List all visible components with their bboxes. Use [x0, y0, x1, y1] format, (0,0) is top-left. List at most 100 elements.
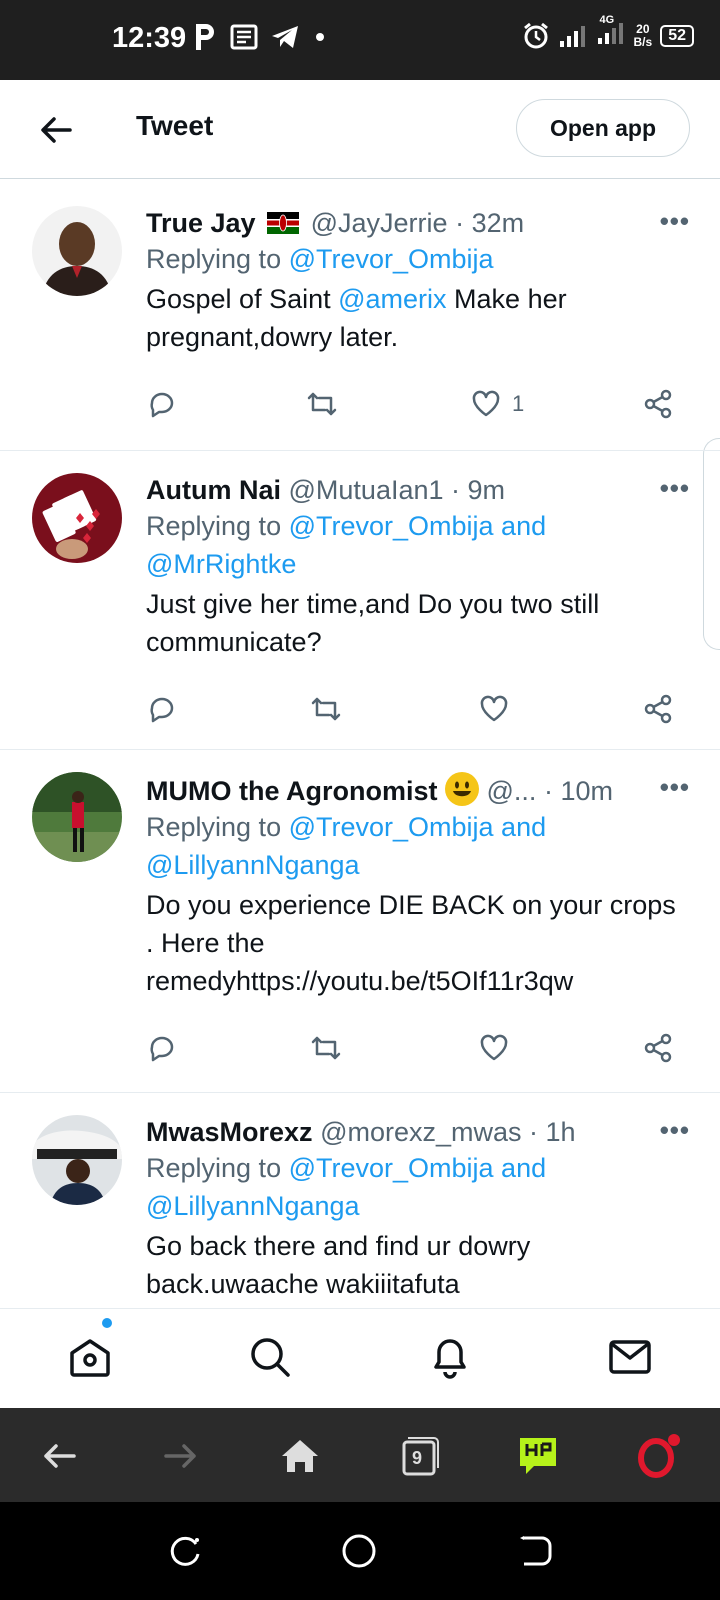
dot-icon: [316, 33, 324, 41]
open-app-button[interactable]: Open app: [516, 99, 690, 157]
reply-icon: [150, 392, 174, 418]
feed-chat-icon[interactable]: [516, 1434, 560, 1478]
author-name[interactable]: True Jay: [146, 208, 256, 238]
more-icon[interactable]: •••: [660, 1115, 690, 1146]
more-icon[interactable]: •••: [660, 772, 690, 803]
like-button[interactable]: 1: [470, 388, 524, 420]
like-icon: [472, 390, 500, 417]
mention-link[interactable]: @Trevor_Ombija and: [289, 812, 547, 842]
browser-back-icon[interactable]: [38, 1434, 82, 1478]
avatar[interactable]: [32, 206, 122, 296]
mention-link[interactable]: @amerix: [338, 284, 446, 314]
retweet-icon: [311, 697, 341, 721]
recent-apps-icon[interactable]: [166, 1532, 204, 1570]
mention-link[interactable]: @LillyannNganga: [146, 1191, 360, 1221]
retweet-icon: [307, 392, 337, 416]
tweet[interactable]: ••• Autum Nai @MutuaIan1 · 9m Replying t…: [0, 451, 720, 750]
tweet[interactable]: ••• MwasMorexz @morexz_mwas · 1h Replyin…: [0, 1093, 720, 1308]
retweet-button[interactable]: [310, 693, 342, 725]
alarm-icon: [523, 22, 548, 48]
replying-prefix: Replying to: [146, 511, 289, 541]
author-name[interactable]: MUMO the Agronomist: [146, 776, 437, 806]
avatar[interactable]: [32, 772, 122, 862]
like-button[interactable]: [478, 1032, 510, 1064]
author-handle[interactable]: @morexz_mwas: [320, 1117, 521, 1147]
like-button[interactable]: [478, 693, 510, 725]
search-icon[interactable]: [246, 1333, 294, 1381]
net-speed-unit: B/s: [633, 34, 653, 49]
browser-forward-icon[interactable]: [158, 1434, 202, 1478]
mention-link[interactable]: @Trevor_Ombija and: [289, 1153, 547, 1183]
tweet-time: · 10m: [543, 776, 613, 806]
avatar[interactable]: [32, 473, 122, 563]
author-handle[interactable]: @JayJerrie: [311, 208, 448, 238]
more-icon[interactable]: •••: [660, 206, 690, 237]
smiley-emoji-icon: [445, 772, 479, 806]
like-count: 1: [512, 391, 525, 416]
home-notification-dot: [102, 1318, 112, 1328]
mention-link[interactable]: @Trevor_Ombija and: [289, 511, 547, 541]
share-button[interactable]: [642, 388, 674, 420]
status-notification-icons: [192, 22, 328, 52]
tweet-text: Just give her time,and Do you two still …: [146, 589, 600, 657]
status-time: 12:39: [112, 22, 187, 54]
battery-indicator: 52: [660, 24, 694, 47]
mail-icon[interactable]: [606, 1333, 654, 1381]
opera-icon[interactable]: [636, 1434, 680, 1478]
tweet-time: · 32m: [455, 208, 525, 238]
replying-to: Replying to @Trevor_Ombija: [146, 240, 690, 278]
replies-feed[interactable]: ••• True Jay @JayJerrie · 32m Replying t…: [0, 184, 720, 1308]
reply-button[interactable]: [146, 1032, 178, 1064]
tweet[interactable]: ••• MUMO the Agronomist @... · 10m Reply…: [0, 750, 720, 1093]
telegram-icon: [272, 26, 298, 48]
browser-home-icon[interactable]: [278, 1434, 322, 1478]
tabs-button[interactable]: 9: [398, 1434, 442, 1478]
status-system-icons: 4G 20 B/s 52: [522, 14, 694, 51]
p-app-icon: [196, 24, 214, 50]
like-icon: [480, 695, 508, 722]
tweet-text: Do you experience DIE BACK on your crops…: [146, 890, 676, 996]
back-arrow-icon[interactable]: [36, 110, 76, 150]
tweet-text: Gospel of Saint @amerix Make her pregnan…: [146, 280, 690, 356]
tweet-actions: [146, 1026, 690, 1076]
replying-to: Replying to @Trevor_Ombija and @LillyannN…: [146, 808, 690, 884]
like-icon: [480, 1034, 508, 1061]
mention-link[interactable]: @Trevor_Ombija: [289, 244, 494, 274]
signal-icon: [559, 25, 585, 47]
top-bar: Tweet Open app: [0, 80, 720, 179]
replying-to: Replying to @Trevor_Ombija and @LillyannN…: [146, 1149, 690, 1225]
home-circle-icon[interactable]: [340, 1532, 378, 1570]
bell-icon[interactable]: [426, 1333, 474, 1381]
author-name[interactable]: MwasMorexz: [146, 1117, 313, 1147]
retweet-button[interactable]: [310, 1032, 342, 1064]
more-icon[interactable]: •••: [660, 473, 690, 504]
tweet[interactable]: ••• True Jay @JayJerrie · 32m Replying t…: [0, 184, 720, 451]
tweet-actions: [146, 687, 690, 737]
avatar[interactable]: [32, 1115, 122, 1205]
system-back-icon[interactable]: [516, 1532, 554, 1570]
reply-button[interactable]: [146, 388, 178, 420]
author-handle[interactable]: @...: [487, 776, 537, 806]
share-button[interactable]: [642, 1032, 674, 1064]
tweet-actions: 1: [146, 382, 690, 432]
tweet-text: Go back there and find ur dowry back.uwa…: [146, 1231, 531, 1299]
reply-icon: [150, 1036, 174, 1062]
author-handle[interactable]: @MutuaIan1: [289, 475, 444, 505]
network-type: 4G: [599, 14, 615, 26]
replying-prefix: Replying to: [146, 1153, 289, 1183]
mention-link[interactable]: @MrRightke: [146, 549, 296, 579]
tweet-time: · 9m: [451, 475, 506, 505]
tabs-count: 9: [412, 1448, 423, 1468]
mention-link[interactable]: @LillyannNganga: [146, 850, 360, 880]
kenya-flag-icon: [267, 212, 300, 234]
replying-to: Replying to @Trevor_Ombija and @MrRightke: [146, 507, 690, 583]
browser-toolbar: 9: [0, 1408, 720, 1502]
page-title: Tweet: [136, 110, 214, 141]
share-icon: [644, 389, 672, 419]
reply-button[interactable]: [146, 693, 178, 725]
author-name[interactable]: Autum Nai: [146, 475, 281, 505]
retweet-button[interactable]: [306, 388, 338, 420]
home-icon[interactable]: [66, 1333, 114, 1381]
share-button[interactable]: [642, 693, 674, 725]
share-icon: [644, 1033, 672, 1063]
